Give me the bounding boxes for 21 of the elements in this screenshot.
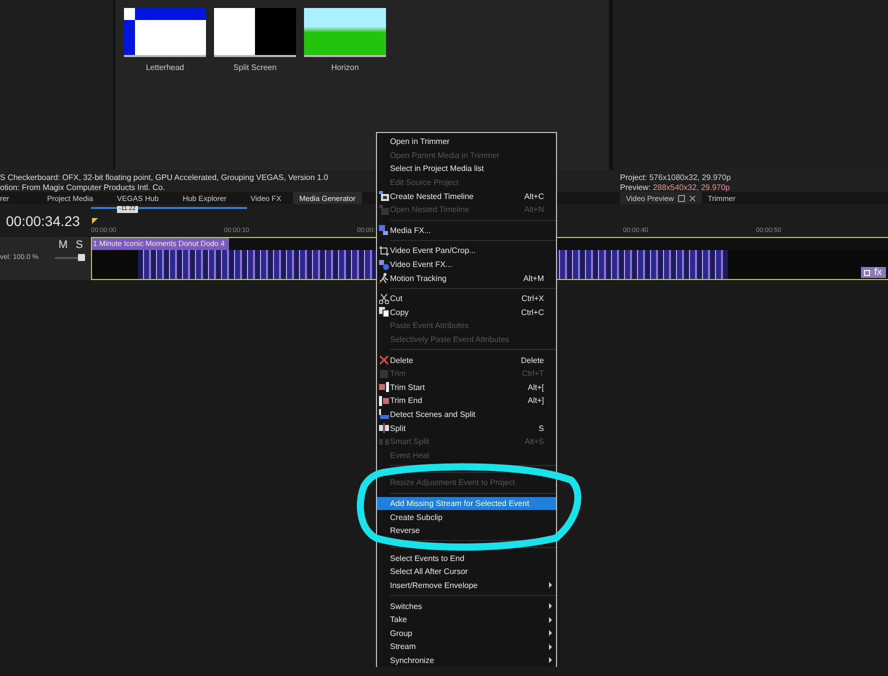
shortcut-text: Alt+N	[523, 205, 544, 214]
shortcut-text: Alt+C	[523, 192, 544, 201]
timecode-display: 00:00:34.23	[5, 212, 81, 231]
shortcut-text: Alt+M	[522, 274, 544, 283]
preset-label: Horizon	[331, 63, 359, 72]
plugin-info-text: otion: From Magix Computer Products Intl. Co.	[0, 183, 165, 193]
shortcut-text: S	[538, 424, 544, 433]
shortcut-text: Alt+S	[524, 437, 544, 446]
shortcut-text: Delete	[520, 356, 544, 365]
shortcut-text: Ctrl+T	[521, 369, 544, 378]
shortcut-text: Alt+]	[526, 396, 544, 406]
shortcut-text: Ctrl+X	[520, 294, 544, 304]
project-label: Project:	[620, 173, 648, 182]
preview-value: 288x540x32, 29.970p	[652, 183, 730, 192]
shortcut-text: Ctrl+C	[520, 308, 544, 317]
shortcut-text: Alt+[	[526, 382, 544, 392]
preview-label: Preview:	[620, 183, 651, 192]
preset-label: Letterhead	[146, 63, 184, 72]
preset-label: Split Screen	[233, 63, 277, 72]
project-value: 576x1080x32, 29.970p	[649, 173, 731, 182]
plugin-info-text: S Checkerboard: OFX, 32-bit floating point, GPU Accelerated, Grouping VEGAS, Version 1.0	[0, 173, 328, 183]
